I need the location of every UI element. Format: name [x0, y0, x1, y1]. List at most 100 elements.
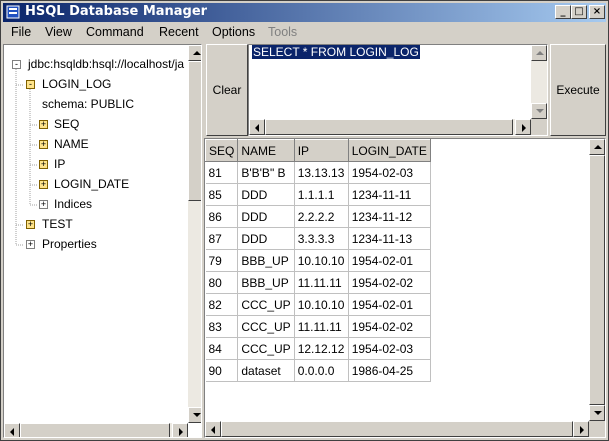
scroll-thumb[interactable]	[265, 119, 513, 135]
column-header-login-date[interactable]: LOGIN_DATE	[347, 139, 431, 162]
cell-seq[interactable]: 87	[205, 227, 239, 250]
table-row[interactable]: 82 CCC_UP 10.10.10 1954-02-01	[205, 293, 431, 316]
cell-login-date[interactable]: 1234-11-11	[348, 183, 431, 206]
scroll-left-button[interactable]	[205, 421, 221, 437]
cell-seq[interactable]: 82	[205, 293, 239, 316]
expand-icon[interactable]: +	[39, 140, 48, 149]
scroll-down-button[interactable]	[531, 103, 547, 119]
scroll-thumb[interactable]	[589, 155, 605, 405]
cell-login-date[interactable]: 1234-11-12	[348, 205, 431, 228]
clear-button[interactable]: Clear	[206, 44, 248, 136]
menu-options[interactable]: Options	[212, 25, 255, 39]
expand-icon[interactable]: +	[39, 200, 48, 209]
cell-login-date[interactable]: 1954-02-03	[348, 161, 431, 184]
cell-seq[interactable]: 90	[205, 359, 239, 382]
close-icon: ×	[592, 6, 602, 17]
sql-horizontal-scrollbar[interactable]	[249, 119, 531, 135]
scroll-left-button[interactable]	[4, 423, 20, 437]
cell-ip[interactable]: 13.13.13	[294, 161, 349, 184]
cell-login-date[interactable]: 1954-02-01	[348, 249, 431, 272]
table-row[interactable]: 84 CCC_UP 12.12.12 1954-02-03	[205, 337, 431, 360]
cell-seq[interactable]: 84	[205, 337, 239, 360]
cell-ip[interactable]: 2.2.2.2	[294, 205, 349, 228]
tree-horizontal-scrollbar[interactable]	[4, 423, 188, 437]
cell-name[interactable]: BBB_UP	[237, 249, 295, 272]
menu-file[interactable]: File	[11, 25, 31, 39]
column-header-seq[interactable]: SEQ	[205, 139, 239, 162]
cell-name[interactable]: DDD	[237, 205, 295, 228]
table-row[interactable]: 86 DDD 2.2.2.2 1234-11-12	[205, 205, 431, 228]
cell-name[interactable]: CCC_UP	[237, 293, 295, 316]
cell-ip[interactable]: 12.12.12	[294, 337, 349, 360]
cell-login-date[interactable]: 1954-02-02	[348, 271, 431, 294]
cell-ip[interactable]: 1.1.1.1	[294, 183, 349, 206]
cell-name[interactable]: CCC_UP	[237, 337, 295, 360]
cell-login-date[interactable]: 1954-02-03	[348, 337, 431, 360]
menu-recent[interactable]: Recent	[159, 25, 199, 39]
expand-icon[interactable]: +	[39, 120, 48, 129]
scroll-right-button[interactable]	[515, 119, 531, 135]
cell-name[interactable]: CCC_UP	[237, 315, 295, 338]
cell-ip[interactable]: 0.0.0.0	[294, 359, 349, 382]
scroll-thumb[interactable]	[188, 61, 201, 201]
collapse-icon[interactable]: -	[26, 80, 35, 89]
sql-editor[interactable]: SELECT * FROM LOGIN_LOG	[248, 44, 548, 136]
expand-icon[interactable]: +	[39, 160, 48, 169]
expand-icon[interactable]: +	[26, 220, 35, 229]
cell-ip[interactable]: 11.11.11	[294, 271, 349, 294]
tree-vertical-scrollbar[interactable]	[188, 45, 201, 423]
sql-query-text[interactable]: SELECT * FROM LOGIN_LOG	[252, 45, 420, 59]
scroll-right-button[interactable]	[573, 421, 589, 437]
table-row[interactable]: 85 DDD 1.1.1.1 1234-11-11	[205, 183, 431, 206]
expand-icon[interactable]: +	[26, 240, 35, 249]
table-row[interactable]: 80 BBB_UP 11.11.11 1954-02-02	[205, 271, 431, 294]
cell-ip[interactable]: 10.10.10	[294, 293, 349, 316]
results-horizontal-scrollbar[interactable]	[205, 421, 589, 437]
collapse-icon[interactable]: -	[12, 60, 21, 69]
cell-login-date[interactable]: 1986-04-25	[348, 359, 431, 382]
menu-view[interactable]: View	[45, 25, 72, 39]
cell-ip[interactable]: 11.11.11	[294, 315, 349, 338]
scroll-down-button[interactable]	[589, 405, 605, 421]
cell-seq[interactable]: 79	[205, 249, 239, 272]
column-header-name[interactable]: NAME	[237, 139, 295, 162]
cell-seq[interactable]: 85	[205, 183, 239, 206]
cell-seq[interactable]: 80	[205, 271, 239, 294]
menu-command[interactable]: Command	[86, 25, 144, 39]
cell-seq[interactable]: 83	[205, 315, 239, 338]
scroll-left-button[interactable]	[249, 119, 265, 135]
sql-vertical-scrollbar[interactable]	[531, 45, 547, 119]
cell-ip[interactable]: 10.10.10	[294, 249, 349, 272]
close-button[interactable]: ×	[589, 5, 605, 19]
cell-ip[interactable]: 3.3.3.3	[294, 227, 349, 250]
scroll-thumb[interactable]	[20, 423, 170, 437]
cell-name[interactable]: B'B'B" B	[237, 161, 295, 184]
cell-name[interactable]: BBB_UP	[237, 271, 295, 294]
column-header-ip[interactable]: IP	[293, 139, 349, 162]
cell-login-date[interactable]: 1954-02-01	[348, 293, 431, 316]
scroll-up-button[interactable]	[188, 45, 201, 61]
scroll-right-button[interactable]	[172, 423, 188, 437]
cell-seq[interactable]: 81	[205, 161, 239, 184]
cell-name[interactable]: DDD	[237, 183, 295, 206]
table-row[interactable]: 79 BBB_UP 10.10.10 1954-02-01	[205, 249, 431, 272]
expand-icon[interactable]: +	[39, 180, 48, 189]
cell-login-date[interactable]: 1234-11-13	[348, 227, 431, 250]
table-row[interactable]: 90 dataset 0.0.0.0 1986-04-25	[205, 359, 431, 382]
minimize-button[interactable]: _	[555, 5, 571, 19]
scroll-thumb[interactable]	[221, 421, 573, 437]
table-row[interactable]: 81 B'B'B" B 13.13.13 1954-02-03	[205, 161, 431, 184]
cell-name[interactable]: DDD	[237, 227, 295, 250]
table-row[interactable]: 83 CCC_UP 11.11.11 1954-02-02	[205, 315, 431, 338]
cell-seq[interactable]: 86	[205, 205, 239, 228]
execute-button[interactable]: Execute	[550, 44, 606, 136]
scroll-down-button[interactable]	[188, 407, 201, 423]
maximize-button[interactable]: □	[571, 5, 587, 19]
scroll-up-button[interactable]	[589, 139, 605, 155]
title-bar[interactable]: HSQL Database Manager _ □ ×	[3, 3, 606, 22]
cell-login-date[interactable]: 1954-02-02	[348, 315, 431, 338]
results-vertical-scrollbar[interactable]	[589, 139, 605, 421]
table-row[interactable]: 87 DDD 3.3.3.3 1234-11-13	[205, 227, 431, 250]
scroll-up-button[interactable]	[531, 45, 547, 61]
cell-name[interactable]: dataset	[237, 359, 295, 382]
